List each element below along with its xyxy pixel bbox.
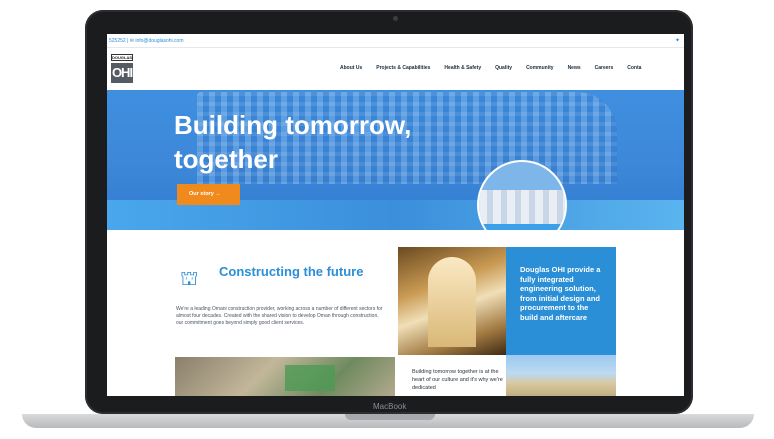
nav-item-contact[interactable]: Conta [627, 65, 641, 71]
camera-icon [393, 16, 398, 21]
feature-body: We're a leading Omani construction provi… [176, 306, 383, 326]
content-section: ⛫ Constructing the future We're a leadin… [107, 230, 684, 396]
nav-item-careers[interactable]: Careers [595, 65, 614, 71]
engineering-solution-box: Douglas OHI provide a fully integrated e… [506, 247, 616, 355]
crane-icon: ⛫ [180, 268, 199, 290]
hero-title: Building tomorrow, together [174, 110, 412, 174]
logo-top-text: DOUGLAS [111, 54, 133, 61]
feature-title: Constructing the future [219, 264, 364, 279]
nav-item-about[interactable]: About Us [340, 65, 362, 71]
lobby-image [398, 247, 506, 355]
contact-info[interactable]: 525252 | ✉ info@douglasohi.com [109, 38, 184, 44]
logo-bottom-text: OHI [111, 63, 133, 83]
twitter-icon[interactable]: ✦ [675, 37, 680, 44]
nav-item-quality[interactable]: Quality [495, 65, 512, 71]
nav-item-news[interactable]: News [568, 65, 581, 71]
laptop-notch [345, 414, 435, 420]
beach-image [506, 355, 616, 396]
culture-text-box: Building tomorrow together is at the hea… [398, 355, 506, 396]
device-brand-label: MacBook [373, 402, 407, 411]
contact-topbar: 525252 | ✉ info@douglasohi.com ✦ [107, 34, 684, 48]
site-header: DOUGLAS OHI About Us Projects & Capabili… [107, 48, 684, 90]
main-navigation: About Us Projects & Capabilities Health … [340, 65, 655, 71]
hero-banner: Building tomorrow, together Our story → [107, 90, 684, 230]
nav-item-projects[interactable]: Projects & Capabilities [376, 65, 430, 71]
construction-site-image [175, 357, 395, 396]
our-story-button[interactable]: Our story → [177, 184, 240, 205]
website-screen: 525252 | ✉ info@douglasohi.com ✦ DOUGLAS… [107, 34, 684, 396]
laptop-mockup: MacBook 525252 | ✉ info@douglasohi.com ✦… [0, 0, 774, 439]
site-logo[interactable]: DOUGLAS OHI [111, 54, 133, 84]
nav-item-community[interactable]: Community [526, 65, 554, 71]
nav-item-health-safety[interactable]: Health & Safety [444, 65, 481, 71]
